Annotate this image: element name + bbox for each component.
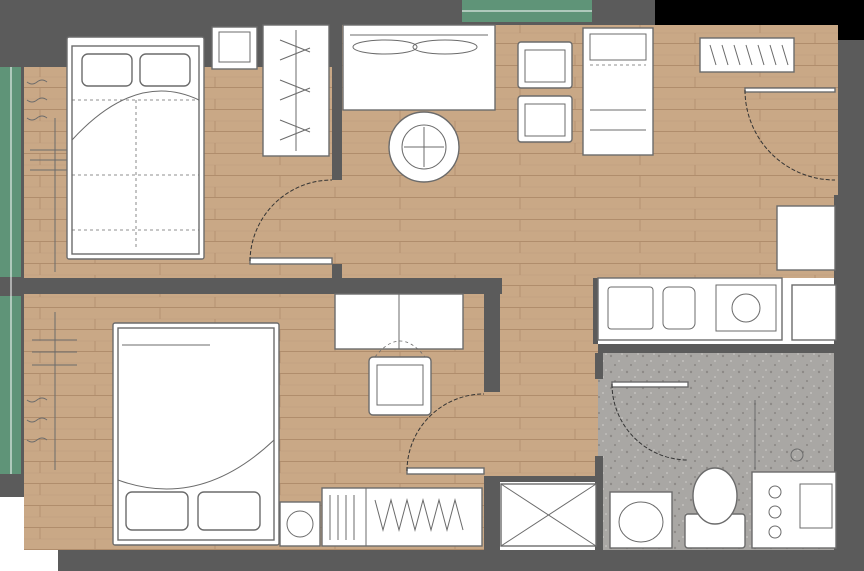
pillow — [197, 491, 261, 531]
washer-body — [279, 501, 321, 547]
door-leaf — [744, 87, 836, 93]
nightstand-1 — [211, 26, 258, 70]
pillow — [125, 491, 189, 531]
double-bed-2 — [112, 322, 280, 546]
double-bed-1 — [66, 36, 205, 260]
wash-basin — [609, 491, 673, 549]
floor-plan — [0, 0, 864, 571]
wall-bedroom1-living-stub — [332, 264, 342, 278]
wardrobe-2 — [321, 487, 483, 547]
door-leaf — [406, 467, 485, 475]
daybed — [582, 27, 654, 156]
pillow — [81, 53, 133, 87]
storage-cabinet — [500, 483, 597, 547]
pillow — [139, 53, 191, 87]
kitchen-cabinet — [791, 284, 837, 341]
wall-horizontal-mid — [24, 278, 502, 294]
fridge — [776, 205, 836, 271]
door-leaf — [249, 257, 333, 265]
coffee-table — [388, 111, 460, 183]
wall-store-top — [484, 476, 598, 482]
shoe-rack — [699, 37, 795, 73]
chair-seat — [368, 356, 432, 416]
kitchen-counter — [597, 277, 783, 341]
armchair-1 — [517, 41, 573, 89]
bath-cabinet — [751, 471, 837, 549]
wardrobe-1 — [262, 24, 330, 157]
washing-machine — [279, 501, 321, 547]
sofa-body — [342, 24, 496, 111]
armchair-body — [517, 41, 573, 89]
armchair-body — [517, 95, 573, 143]
wall-corridor-lower — [484, 476, 500, 550]
door-leaf — [611, 381, 689, 388]
shoe-rack-body — [699, 37, 795, 73]
wall-kitchen-bath — [598, 344, 838, 353]
bath-cabinet-body — [751, 471, 837, 549]
wall-bedroom1-living — [332, 25, 342, 180]
armchair-2 — [517, 95, 573, 143]
wall-kitchen-left — [593, 278, 598, 344]
toilet-bowl — [692, 467, 738, 525]
corridor-floor — [484, 278, 598, 480]
sofa — [342, 24, 496, 111]
wall-corridor — [484, 278, 500, 392]
wall-bath-left — [595, 353, 603, 379]
desk — [334, 293, 464, 350]
daybed-body — [582, 27, 654, 156]
